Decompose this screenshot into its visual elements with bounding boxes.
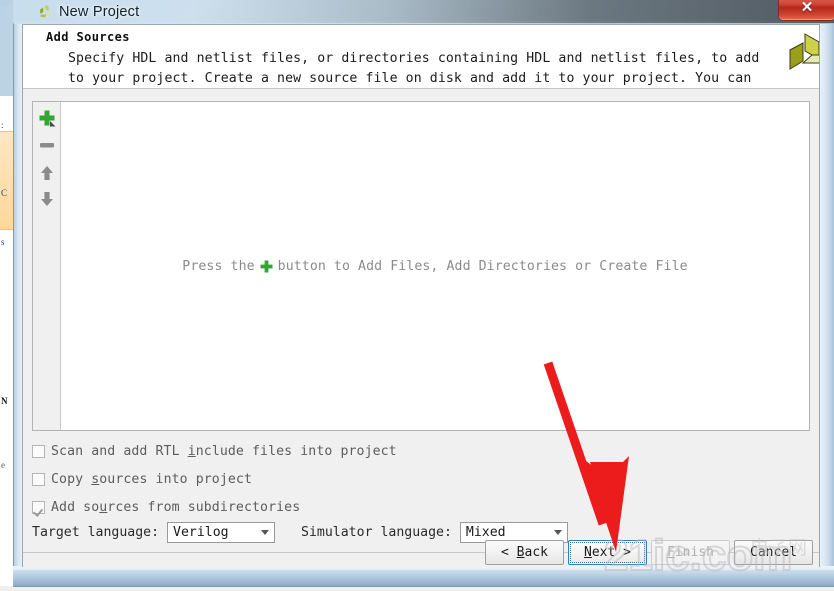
arrow-up-icon	[41, 166, 53, 180]
target-language-select[interactable]: Verilog	[167, 521, 276, 543]
title-bar[interactable]: New Project ✕	[13, 0, 834, 23]
new-project-dialog: Add Sources Specify HDL and netlist file…	[22, 24, 820, 567]
checkbox-copy-sources[interactable]	[32, 472, 45, 486]
chevron-down-icon	[553, 529, 562, 535]
background-text-fragment: N	[1, 396, 8, 406]
option-label: Copy sources into project	[51, 471, 253, 487]
chevron-down-icon	[261, 529, 270, 535]
background-text-fragment: C	[1, 188, 8, 198]
empty-hint-suffix: button to Add Files, Add Directories or …	[277, 258, 688, 274]
minus-icon	[40, 143, 54, 148]
close-window-button[interactable]: ✕	[778, 0, 834, 21]
source-list-empty-hint: Press the button to Add Files, Add Direc…	[61, 102, 809, 430]
add-sources-button[interactable]	[33, 105, 61, 131]
window-frame-bottom-edge	[13, 570, 834, 587]
background-text-fragment: e	[1, 460, 5, 470]
page-title: Add Sources	[46, 30, 130, 44]
source-list-panel: Press the button to Add Files, Add Direc…	[32, 101, 810, 431]
page-description-line-2: to your project. Create a new source fil…	[68, 71, 752, 86]
checkbox-scan-rtl-include[interactable]	[32, 444, 45, 458]
window-frame-right-edge	[820, 24, 834, 582]
cancel-button[interactable]: Cancel	[734, 540, 813, 565]
next-button[interactable]: Next >	[568, 540, 647, 565]
dialog-header: Add Sources Specify HDL and netlist file…	[23, 25, 819, 89]
back-button[interactable]: < Back	[485, 540, 564, 565]
finish-button-label: Finish	[667, 545, 714, 560]
background-text-fragment: s	[1, 237, 5, 247]
background-text-fragment: :	[1, 120, 4, 130]
page-description-line-1: Specify HDL and netlist files, or direct…	[68, 51, 760, 66]
vivado-app-icon	[37, 3, 54, 20]
move-down-button[interactable]	[33, 186, 61, 212]
simulator-language-value: Mixed	[465, 524, 506, 540]
move-up-button[interactable]	[33, 160, 61, 186]
option-label: Add sources from subdirectories	[51, 499, 301, 515]
option-scan-rtl-include[interactable]: Scan and add RTL include files into proj…	[32, 440, 397, 462]
simulator-language-label: Simulator language:	[301, 524, 452, 540]
empty-hint-prefix: Press the	[182, 258, 255, 274]
window-title: New Project	[59, 4, 140, 20]
source-list-toolbar	[33, 102, 61, 430]
back-button-label: < Back	[501, 545, 548, 560]
option-add-subdirectories[interactable]: Add sources from subdirectories	[32, 496, 300, 518]
page-description: Specify HDL and netlist files, or direct…	[68, 49, 768, 88]
finish-button: Finish	[651, 540, 730, 565]
next-button-label: Next >	[584, 545, 631, 560]
checkbox-add-subdirectories[interactable]	[32, 500, 45, 514]
plus-icon	[39, 110, 56, 127]
close-icon: ✕	[800, 0, 814, 16]
background-selected-row	[0, 131, 13, 230]
xilinx-logo	[781, 31, 819, 83]
option-copy-sources[interactable]: Copy sources into project	[32, 468, 252, 490]
cancel-button-label: Cancel	[750, 545, 797, 560]
remove-sources-button[interactable]	[33, 132, 61, 158]
plus-icon	[260, 260, 273, 273]
arrow-down-icon	[41, 192, 53, 206]
target-language-label: Target language:	[32, 524, 160, 540]
option-label: Scan and add RTL include files into proj…	[51, 443, 397, 459]
target-language-value: Verilog	[173, 524, 229, 540]
